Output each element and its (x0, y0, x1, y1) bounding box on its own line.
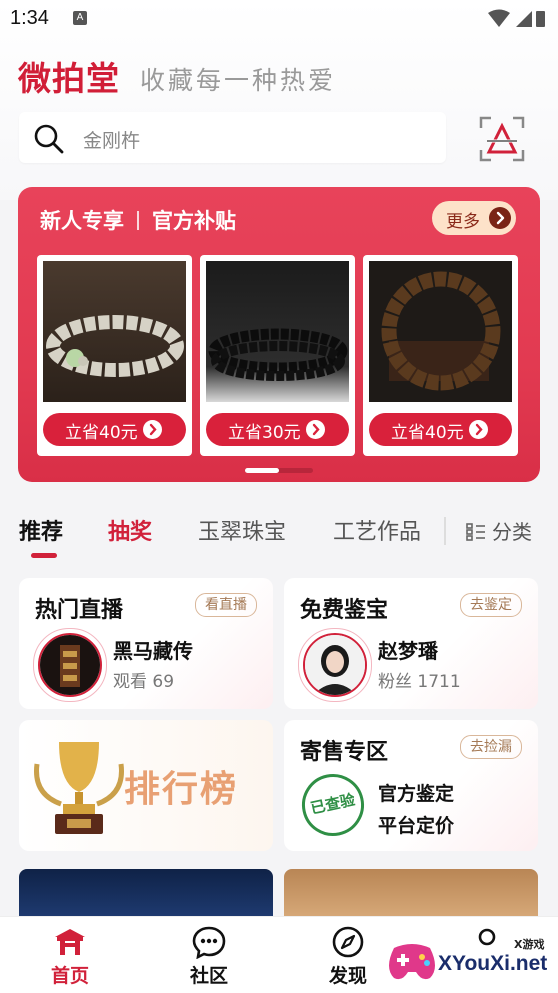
platform-pricing-text: 平台定价 (378, 815, 455, 837)
appraiser-fans: 粉丝 1711 (378, 672, 461, 692)
official-appraisal-text: 官方鉴定 (378, 783, 455, 805)
feed-card-teaser[interactable] (19, 869, 273, 917)
search-bar[interactable]: 金刚杵 (19, 112, 446, 163)
search-icon (33, 123, 65, 159)
notification-icon: A (73, 11, 87, 25)
nav-label: 发现 (328, 965, 367, 987)
app-slogan: 收藏每一种热爱 (140, 66, 337, 95)
gamepad-logo-icon (389, 944, 435, 980)
tab-jade-jewelry[interactable]: 玉翠珠宝 (198, 514, 286, 546)
panel-title: 寄售专区 (300, 740, 389, 765)
live-viewers: 观看 69 (113, 672, 175, 692)
live-host-avatar (38, 633, 102, 697)
promo-item-label: 立省40元 (391, 423, 464, 443)
chevron-right-icon (143, 420, 162, 439)
promo-item-label: 立省40元 (65, 423, 138, 443)
list-icon (466, 523, 485, 541)
verified-stamp-text: 已查验 (308, 790, 357, 818)
watch-live-button[interactable]: 看直播 (195, 593, 257, 617)
chevron-right-icon (306, 420, 325, 439)
save-40-button[interactable]: 立省40元 (369, 413, 512, 446)
nav-label: 首页 (50, 965, 89, 987)
bodhi-bracelet-image (43, 261, 186, 402)
nav-community[interactable]: 社区 (159, 917, 259, 993)
promo-title-right: 官方补贴 (152, 209, 236, 233)
panel-title: 热门直播 (35, 598, 124, 623)
tab-crafts[interactable]: 工艺作品 (333, 514, 421, 546)
free-appraisal-panel[interactable]: 免费鉴宝 去鉴定 赵梦璠 粉丝 1711 (284, 578, 538, 709)
active-tab-indicator (31, 553, 57, 558)
wifi-signal-battery-icon (488, 9, 545, 27)
appraiser-name: 赵梦璠 (378, 639, 438, 663)
promo-item-card[interactable]: 立省40元 (37, 255, 192, 456)
avatar (298, 628, 372, 702)
newcomer-promo-banner: 新人专享 官方补贴 更多 立省40元 立省30元 立省40元 (18, 187, 540, 482)
carousel-indicator (245, 468, 313, 473)
hot-live-panel[interactable]: 热门直播 看直播 黑马藏传 观看 69 (19, 578, 273, 709)
tab-lottery[interactable]: 抽奖 (108, 514, 152, 546)
save-30-button[interactable]: 立省30元 (206, 413, 349, 446)
promo-item-card[interactable]: 立省30元 (200, 255, 355, 456)
appraiser-avatar (303, 633, 367, 697)
ranking-label: 排行榜 (124, 769, 239, 810)
ranking-panel[interactable]: 排行榜 (19, 720, 273, 851)
chat-bubble-icon (192, 925, 226, 963)
promo-title: 新人专享 官方补贴 (40, 205, 236, 235)
status-bar: 1:34 A (0, 0, 558, 38)
watermark-tag: X游戏 (514, 938, 545, 951)
compass-icon (331, 925, 365, 963)
promo-item-label: 立省30元 (228, 423, 301, 443)
nav-home[interactable]: 首页 (20, 917, 120, 993)
consignment-panel[interactable]: 寄售专区 去捡漏 已查验 官方鉴定 平台定价 (284, 720, 538, 851)
watermark-brand: XYouXi.net (438, 952, 548, 975)
chevron-right-icon (469, 420, 488, 439)
category-tabs: 推荐 抽奖 玉翠珠宝 工艺作品 分类 (0, 505, 558, 565)
tab-divider (444, 517, 446, 545)
more-label: 更多 (446, 212, 480, 232)
tab-recommend[interactable]: 推荐 (19, 514, 63, 546)
promo-title-left: 新人专享 (40, 209, 124, 233)
verified-stamp-icon: 已查验 (296, 768, 370, 842)
black-bead-bracelet-image (206, 261, 349, 402)
title-divider (137, 211, 139, 230)
search-placeholder: 金刚杵 (83, 130, 141, 152)
promo-more-button[interactable]: 更多 (432, 201, 516, 235)
category-button[interactable]: 分类 (466, 516, 532, 545)
app-logo: 微拍堂 (18, 59, 120, 98)
scan-button[interactable] (477, 114, 527, 164)
scan-icon (479, 116, 525, 162)
live-host-name: 黑马藏传 (113, 639, 193, 663)
nav-discover[interactable]: 发现 (298, 917, 398, 993)
carousel-indicator-active (245, 468, 279, 473)
nav-label: 社区 (189, 965, 228, 987)
feed-card-teaser[interactable] (284, 869, 538, 917)
avatar (33, 628, 107, 702)
save-40-button[interactable]: 立省40元 (43, 413, 186, 446)
go-appraise-button[interactable]: 去鉴定 (460, 593, 522, 617)
category-label: 分类 (492, 520, 532, 544)
status-time: 1:34 (10, 7, 49, 29)
status-icons (486, 8, 546, 34)
site-watermark: X游戏 XYouXi.net (386, 928, 558, 992)
home-pavilion-icon (53, 925, 87, 963)
wood-bead-bracelet-image (369, 261, 512, 402)
go-bargain-button[interactable]: 去捡漏 (460, 735, 522, 759)
chevron-right-icon (489, 207, 511, 229)
promo-item-card[interactable]: 立省40元 (363, 255, 518, 456)
panel-title: 免费鉴宝 (300, 598, 389, 623)
trophy-icon (31, 734, 127, 842)
